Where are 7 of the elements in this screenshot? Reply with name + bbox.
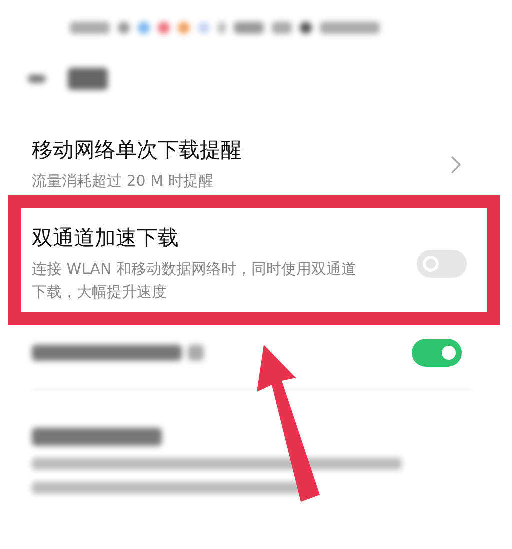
chevron-icon (450, 154, 462, 174)
setting-description: 流量消耗超过 20 M 时提醒 (32, 171, 214, 192)
toggle-switch[interactable] (417, 250, 467, 278)
setting-title: 双通道加速下载 (32, 225, 180, 252)
toggle-switch[interactable] (412, 339, 462, 367)
setting-description: 连接 WLAN 和移动数据网络时，同时使用双通道下载，大幅提升速度 (32, 259, 358, 303)
setting-title: 移动网络单次下载提醒 (32, 137, 243, 164)
